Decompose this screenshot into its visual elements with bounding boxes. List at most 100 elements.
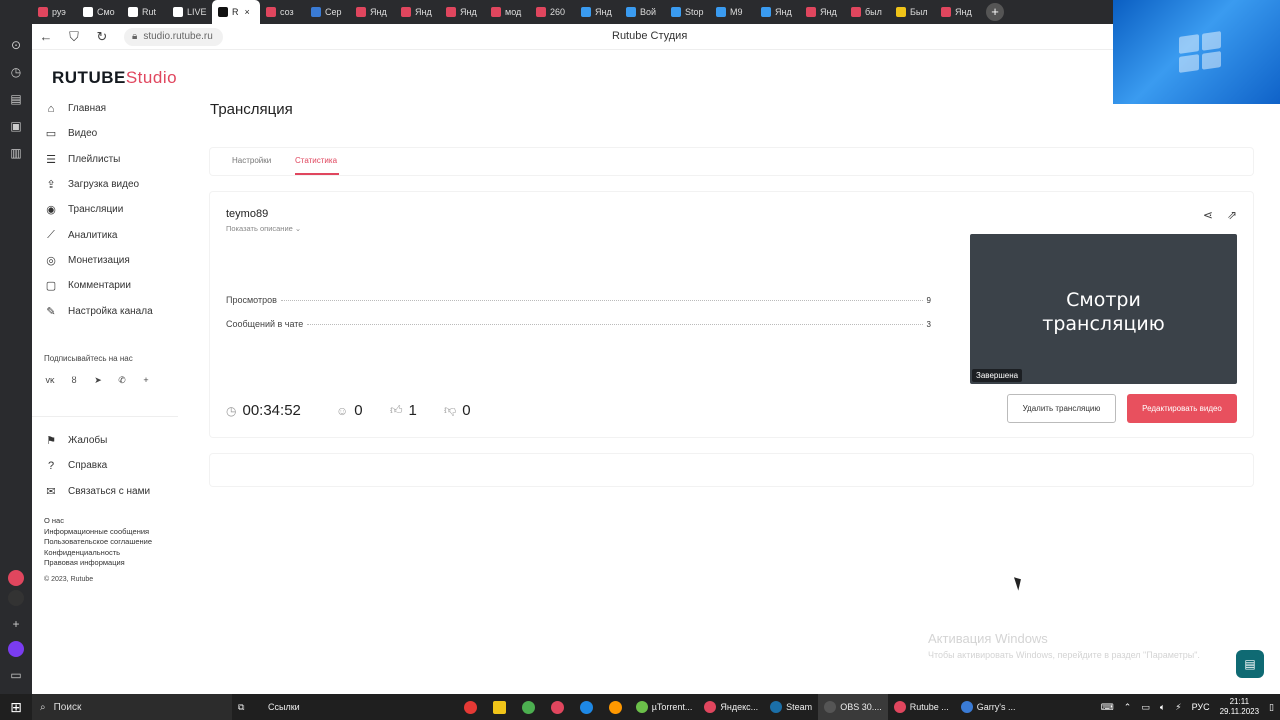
browser-tab[interactable]: Янд (440, 0, 485, 24)
sidebar-item-complaints[interactable]: ⚑ Жалобы (44, 428, 150, 453)
browser-tab[interactable]: был (845, 0, 890, 24)
keyboard-icon[interactable]: ⌨ (1101, 702, 1114, 713)
tg-icon[interactable]: ➤ (92, 374, 104, 386)
browser-tab[interactable]: R × (212, 0, 260, 24)
browser-tab[interactable]: Смо (77, 0, 122, 24)
links-toolbar[interactable]: Ссылки (262, 694, 306, 720)
back-icon[interactable]: ← (32, 29, 60, 44)
new-tab-button[interactable]: + (986, 3, 1004, 21)
tab-favicon-icon (581, 7, 591, 17)
chrome-icon[interactable] (514, 694, 543, 720)
chevron-up-icon[interactable]: ⌃ (1124, 702, 1132, 713)
yandex-icon[interactable] (543, 694, 572, 720)
tab-label: Вой (640, 7, 657, 17)
browser-tab[interactable]: 260 (530, 0, 575, 24)
browser-tab[interactable]: Вой (620, 0, 665, 24)
app-icon[interactable] (601, 694, 630, 720)
taskbar-app[interactable]: Steam (764, 694, 818, 720)
browser-tab[interactable]: LIVE (167, 0, 212, 24)
location-icon[interactable]: ⊙ (0, 31, 32, 58)
taskbar-app[interactable]: Rutube ... (888, 694, 955, 720)
downloads-icon[interactable]: ▤ (0, 85, 32, 112)
sidebar-item-playlists[interactable]: ☰ Плейлисты (44, 147, 153, 172)
browser-tab[interactable]: Янд (935, 0, 980, 24)
sidebar-toggle-icon[interactable]: ▭ (0, 661, 32, 688)
edit-video-button[interactable]: Редактировать видео (1127, 394, 1237, 423)
sidebar-item-contact[interactable]: ✉ Связаться с нами (44, 479, 150, 504)
show-description-link[interactable]: Показать описание ⌄ (226, 224, 301, 233)
browser-tab[interactable]: Янд (800, 0, 845, 24)
browser-tab[interactable]: Stop (665, 0, 710, 24)
task-view-icon[interactable]: ⧉ (232, 694, 262, 720)
browser-tab[interactable]: руэ (32, 0, 77, 24)
ok-icon[interactable]: ȣ (68, 374, 80, 386)
browser-tab[interactable]: Янд (350, 0, 395, 24)
explorer-icon[interactable] (485, 694, 514, 720)
sidebar-item-video[interactable]: ▭ Видео (44, 121, 153, 146)
viber-icon[interactable]: ✆ (116, 374, 128, 386)
browser-tab[interactable]: Был (890, 0, 935, 24)
activation-title: Активация Windows (928, 631, 1048, 646)
taskbar-app[interactable]: OBS 30.... (818, 694, 888, 720)
stream-name: teymo89 (226, 208, 269, 220)
history-icon[interactable]: ◷ (0, 58, 32, 85)
+-icon[interactable]: + (140, 374, 152, 386)
browser-tab[interactable]: M9 (710, 0, 755, 24)
delete-stream-button[interactable]: Удалить трансляцию (1007, 394, 1116, 423)
footer-link[interactable]: Правовая информация (44, 558, 152, 569)
power-icon[interactable]: ⚡︎ (1175, 702, 1181, 713)
taskbar-search[interactable]: ⌕ Поиск (32, 694, 232, 720)
browser-tab[interactable]: Сер (305, 0, 350, 24)
support-chat-button[interactable]: ▤ (1236, 650, 1264, 678)
sidebar-item-label: Аналитика (68, 229, 118, 241)
app-shortcut-icon[interactable] (8, 570, 24, 586)
sidebar-item-monetization[interactable]: ◎ Монетизация (44, 248, 153, 273)
taskbar-app[interactable]: µTorrent... (630, 694, 699, 720)
browser-tab[interactable]: соз (260, 0, 305, 24)
browser-tab[interactable]: Янд (755, 0, 800, 24)
rutube-studio-logo[interactable]: RUTUBEStudio (52, 68, 177, 88)
start-icon[interactable]: ⊞ (0, 699, 32, 716)
browser-tab[interactable]: мод (485, 0, 530, 24)
sidebar-item-analytics[interactable]: ⟋ Аналитика (44, 222, 153, 247)
likes-metric: 👍︎ 1 (390, 402, 444, 419)
footer-link[interactable]: О нас (44, 516, 152, 527)
vk-icon[interactable]: ᴠᴋ (44, 374, 56, 386)
browser-tab[interactable]: Янд (395, 0, 440, 24)
footer-link[interactable]: Конфиденциальность (44, 548, 152, 559)
sidebar-item-home[interactable]: ⌂ Главная (44, 96, 153, 121)
footer-link[interactable]: Информационные сообщения (44, 527, 152, 538)
taskbar-app[interactable]: Garry's ... (955, 694, 1022, 720)
tab-statistics[interactable]: Статистика (295, 156, 337, 165)
url-field[interactable]: 🔒︎ studio.rutube.ru (124, 27, 223, 46)
app-shortcut-icon[interactable] (8, 590, 24, 606)
share-icon[interactable]: ⋖ (1203, 208, 1213, 222)
footer-link[interactable]: Пользовательское соглашение (44, 537, 152, 548)
protect-icon[interactable]: ⛉ (60, 29, 88, 45)
sidebar-item-streams[interactable]: ◉ Трансляции (44, 197, 153, 222)
volume-icon[interactable]: 🔈︎ (1160, 702, 1165, 713)
sidebar-item-channel-settings[interactable]: ✎ Настройка канала (44, 298, 152, 323)
language-indicator[interactable]: РУС (1192, 702, 1210, 712)
opera-icon[interactable] (456, 694, 485, 720)
stream-thumbnail[interactable]: Смотри трансляцию Завершена (970, 234, 1237, 384)
alice-icon[interactable] (8, 641, 24, 657)
network-icon[interactable]: ▭ (1141, 702, 1150, 713)
sidebar-item-upload[interactable]: ⇪ Загрузка видео (44, 172, 153, 197)
external-link-icon[interactable]: ⇗ (1227, 208, 1237, 222)
edge-icon[interactable] (572, 694, 601, 720)
reload-icon[interactable]: ↻ (88, 29, 116, 45)
sidebar-item-comments[interactable]: ▢ Комментарии (44, 273, 153, 298)
collections-icon[interactable]: ▥ (0, 139, 32, 166)
content-tabs: Настройки Статистика (210, 148, 1253, 175)
add-icon[interactable]: + (0, 610, 32, 637)
browser-tab[interactable]: Янд (575, 0, 620, 24)
taskbar-app[interactable]: Яндекс... (698, 694, 764, 720)
close-tab-icon[interactable]: × (245, 7, 250, 17)
sidebar-item-help[interactable]: ? Справка (44, 453, 150, 478)
browser-tab[interactable]: Rut (122, 0, 167, 24)
tabs-icon[interactable]: ▣ (0, 112, 32, 139)
clock[interactable]: 21:11 29.11.2023 (1220, 697, 1259, 717)
tab-settings[interactable]: Настройки (232, 156, 271, 165)
notifications-icon[interactable]: ▯ (1269, 702, 1274, 713)
